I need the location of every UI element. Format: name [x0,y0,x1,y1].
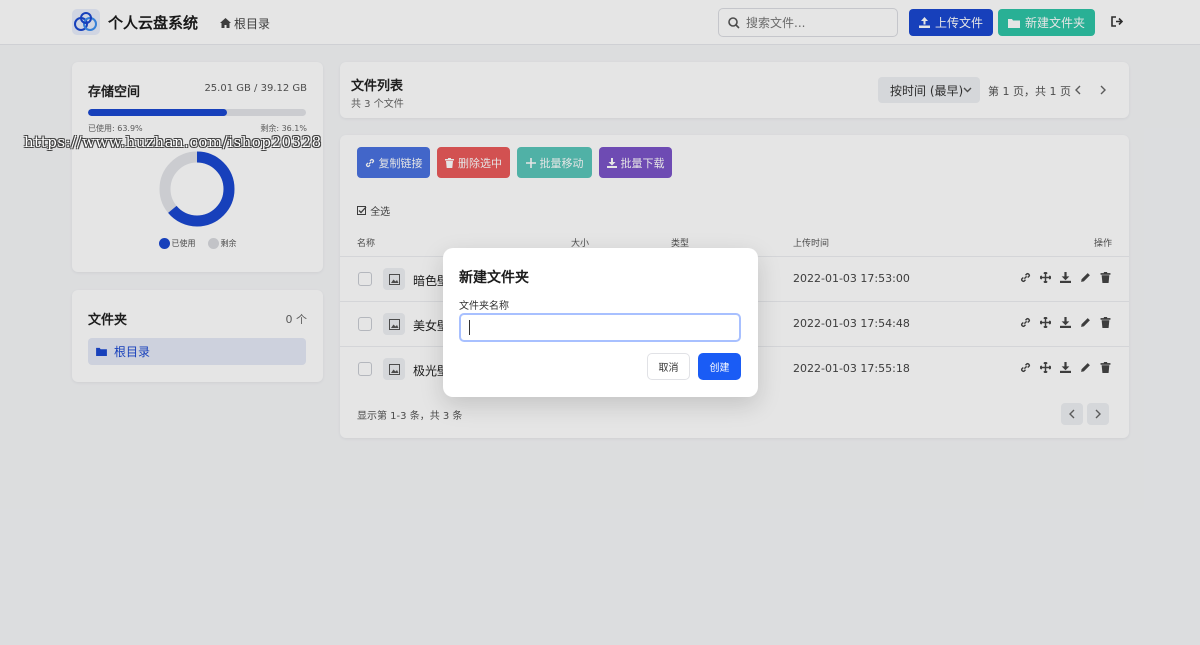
new-folder-dialog: 新建文件夹 文件夹名称 取消 创建 [443,248,758,397]
folder-name-label: 文件夹名称 [459,301,509,312]
create-button[interactable]: 创建 [698,353,741,380]
text-caret [469,320,470,335]
dialog-title: 新建文件夹 [459,270,529,286]
folder-name-input[interactable] [459,313,741,342]
url-watermark: https://www.huzhan.com/ishop20328 [24,133,322,151]
cancel-button[interactable]: 取消 [647,353,690,380]
